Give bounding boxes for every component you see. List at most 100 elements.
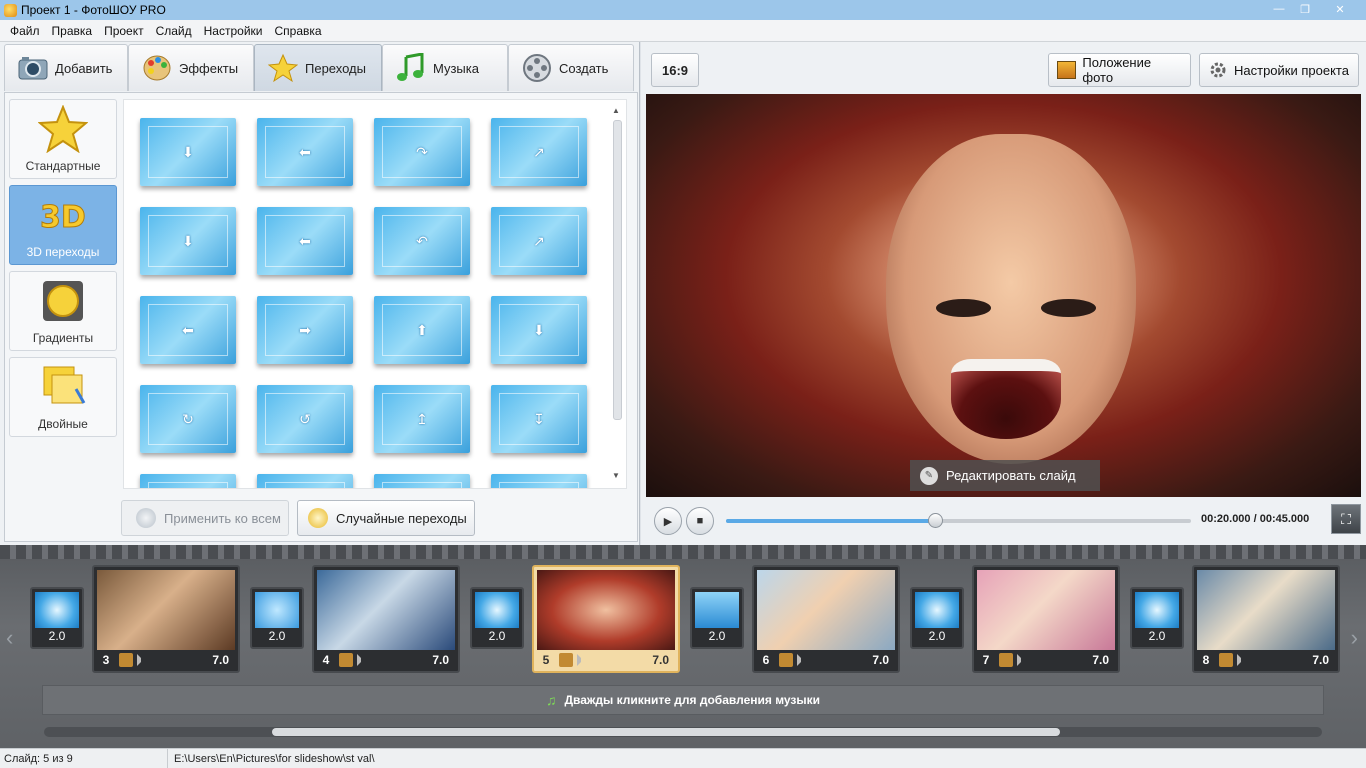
category-standard[interactable]: Стандартные bbox=[9, 99, 117, 179]
slide-meta: 4 7.0 bbox=[317, 651, 455, 669]
edit-icon[interactable] bbox=[559, 653, 573, 667]
transition-tile[interactable] bbox=[374, 474, 470, 488]
music-hint: Дважды кликните для добавления музыки bbox=[564, 693, 821, 707]
aspect-ratio-button[interactable]: 16:9 bbox=[651, 53, 699, 87]
sound-icon[interactable] bbox=[577, 654, 587, 666]
timeline-scrollbar[interactable] bbox=[44, 727, 1322, 737]
slide-duration: 7.0 bbox=[1092, 653, 1109, 667]
transition-grid-area: ⬇ ⬅ ↷ ↗ ⬇ ⬅ ↶ ↗ ⬅ ➡ ⬆ ⬇ ↻ ↺ ↥ ↧ ▲ ▼ bbox=[123, 99, 627, 489]
random-transitions-button[interactable]: Случайные переходы bbox=[297, 500, 475, 536]
transition-tile[interactable] bbox=[257, 474, 353, 488]
transition-thumb[interactable]: 2.0 bbox=[690, 587, 744, 649]
slide-meta: 3 7.0 bbox=[97, 651, 235, 669]
slide-preview: ✎ Редактировать слайд bbox=[646, 94, 1361, 497]
slide-number: 4 bbox=[322, 653, 330, 667]
music-track[interactable]: ♫ Дважды кликните для добавления музыки bbox=[42, 685, 1324, 715]
maximize-button[interactable]: ❐ bbox=[1292, 0, 1318, 18]
edit-icon[interactable] bbox=[779, 653, 793, 667]
sound-icon[interactable] bbox=[1237, 654, 1247, 666]
menu-project[interactable]: Проект bbox=[98, 24, 150, 38]
menu-file[interactable]: Файл bbox=[4, 24, 46, 38]
film-reel-icon bbox=[521, 52, 553, 84]
category-3d[interactable]: 3D 3D переходы bbox=[9, 185, 117, 265]
scroll-down-icon[interactable]: ▼ bbox=[612, 471, 620, 480]
slide-thumb-active[interactable]: 5 7.0 bbox=[532, 565, 680, 673]
menu-help[interactable]: Справка bbox=[268, 24, 327, 38]
menu-slide[interactable]: Слайд bbox=[150, 24, 198, 38]
play-button[interactable]: ▶ bbox=[654, 507, 682, 535]
magic-wand-icon bbox=[308, 508, 328, 528]
fullscreen-button[interactable]: ⛶ bbox=[1331, 504, 1361, 534]
tab-transitions[interactable]: Переходы bbox=[254, 44, 382, 91]
scroll-thumb[interactable] bbox=[613, 120, 622, 420]
tab-create[interactable]: Создать bbox=[508, 44, 634, 91]
slide-thumb[interactable]: 3 7.0 bbox=[92, 565, 240, 673]
transition-tile[interactable] bbox=[491, 474, 587, 488]
main-tabs: Добавить Эффекты Переходы Музыка Создать bbox=[4, 44, 634, 92]
camera-icon bbox=[17, 52, 49, 84]
transition-tile[interactable]: ↧ bbox=[491, 385, 587, 453]
edit-icon[interactable] bbox=[1219, 653, 1233, 667]
photo-position-button[interactable]: Положение фото bbox=[1048, 53, 1191, 87]
transition-tile[interactable]: ⬅ bbox=[140, 296, 236, 364]
apply-to-all-button[interactable]: Применить ко всем bbox=[121, 500, 289, 536]
transition-tile[interactable]: ⬆ bbox=[374, 296, 470, 364]
transition-tile[interactable]: ⬇ bbox=[491, 296, 587, 364]
transition-scrollbar[interactable]: ▲ ▼ bbox=[610, 106, 624, 480]
transition-tile[interactable]: ➡ bbox=[257, 296, 353, 364]
playback-progress[interactable] bbox=[726, 513, 1191, 528]
menu-edit[interactable]: Правка bbox=[46, 24, 99, 38]
transition-tile[interactable]: ↶ bbox=[374, 207, 470, 275]
slide-thumb[interactable]: 8 7.0 bbox=[1192, 565, 1340, 673]
transition-tile[interactable]: ↗ bbox=[491, 118, 587, 186]
tab-music[interactable]: Музыка bbox=[382, 44, 508, 91]
edit-slide-button[interactable]: ✎ Редактировать слайд bbox=[910, 460, 1100, 491]
palette-icon bbox=[141, 52, 173, 84]
project-settings-button[interactable]: Настройки проекта bbox=[1199, 53, 1359, 87]
slide-thumb[interactable]: 6 7.0 bbox=[752, 565, 900, 673]
transition-tile[interactable] bbox=[140, 474, 236, 488]
edit-slide-label: Редактировать слайд bbox=[946, 468, 1076, 483]
transition-thumb[interactable]: 2.0 bbox=[1130, 587, 1184, 649]
sound-icon[interactable] bbox=[137, 654, 147, 666]
progress-knob[interactable] bbox=[928, 513, 944, 528]
transition-thumb[interactable]: 2.0 bbox=[910, 587, 964, 649]
edit-icon[interactable] bbox=[119, 653, 133, 667]
slide-meta: 8 7.0 bbox=[1197, 651, 1335, 669]
minimize-button[interactable]: — bbox=[1266, 0, 1292, 18]
close-button[interactable]: ✕ bbox=[1318, 0, 1362, 18]
slide-thumb[interactable]: 7 7.0 bbox=[972, 565, 1120, 673]
stop-button[interactable]: ■ bbox=[686, 507, 714, 535]
preview-mouth bbox=[951, 359, 1061, 439]
transition-thumb[interactable]: 2.0 bbox=[470, 587, 524, 649]
transition-tile[interactable]: ⬅ bbox=[257, 207, 353, 275]
sound-icon[interactable] bbox=[1017, 654, 1027, 666]
timeline-scroll-thumb[interactable] bbox=[272, 728, 1060, 736]
edit-icon[interactable] bbox=[999, 653, 1013, 667]
transition-tile[interactable]: ↺ bbox=[257, 385, 353, 453]
transition-tile[interactable]: ↻ bbox=[140, 385, 236, 453]
svg-text:3D: 3D bbox=[40, 200, 86, 235]
transition-tile[interactable]: ⬇ bbox=[140, 118, 236, 186]
transition-tile[interactable]: ↗ bbox=[491, 207, 587, 275]
transition-thumb[interactable]: 2.0 bbox=[30, 587, 84, 649]
slide-thumb[interactable]: 4 7.0 bbox=[312, 565, 460, 673]
scroll-up-icon[interactable]: ▲ bbox=[612, 106, 620, 115]
category-double[interactable]: Двойные bbox=[9, 357, 117, 437]
transition-tile[interactable]: ⬇ bbox=[140, 207, 236, 275]
transition-thumb[interactable]: 2.0 bbox=[250, 587, 304, 649]
sound-icon[interactable] bbox=[797, 654, 807, 666]
tab-add[interactable]: Добавить bbox=[4, 44, 128, 91]
tab-effects[interactable]: Эффекты bbox=[128, 44, 254, 91]
transition-tile[interactable]: ↷ bbox=[374, 118, 470, 186]
timeline-left-arrow-icon[interactable]: ‹ bbox=[6, 625, 13, 651]
transition-tile[interactable]: ↥ bbox=[374, 385, 470, 453]
slide-counter: Слайд: 5 из 9 bbox=[0, 749, 168, 768]
transition-tile[interactable]: ⬅ bbox=[257, 118, 353, 186]
sound-icon[interactable] bbox=[357, 654, 367, 666]
edit-icon[interactable] bbox=[339, 653, 353, 667]
menu-settings[interactable]: Настройки bbox=[198, 24, 269, 38]
category-gradients[interactable]: Градиенты bbox=[9, 271, 117, 351]
timeline-right-arrow-icon[interactable]: › bbox=[1351, 625, 1358, 651]
slide-photo bbox=[757, 570, 895, 650]
